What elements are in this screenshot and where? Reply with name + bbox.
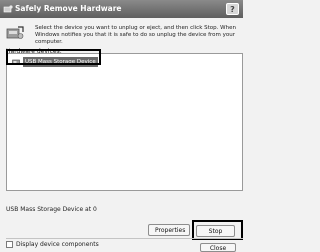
hardware-eject-icon bbox=[6, 26, 24, 39]
highlight-box bbox=[6, 49, 101, 65]
highlight-box bbox=[192, 220, 243, 240]
hardware-devices-list[interactable]: USB Mass Storage Device bbox=[6, 53, 243, 191]
instruction-line: Select the device you want to unplug or … bbox=[35, 25, 236, 31]
instruction-text: Select the device you want to unplug or … bbox=[35, 25, 243, 46]
instruction-line: Windows notifies you that it is safe to … bbox=[35, 32, 236, 38]
instruction-line: computer. bbox=[35, 39, 63, 45]
close-button[interactable]: Close bbox=[200, 243, 236, 252]
help-button[interactable]: ? bbox=[226, 3, 239, 15]
safely-remove-hardware-icon bbox=[3, 5, 13, 13]
divider bbox=[6, 238, 243, 239]
title-bar: Safely Remove Hardware ? bbox=[0, 0, 243, 18]
display-components-checkbox[interactable] bbox=[6, 241, 13, 248]
window-title: Safely Remove Hardware bbox=[15, 4, 122, 13]
device-location-text: USB Mass Storage Device at 0 bbox=[6, 206, 97, 213]
display-components-label: Display device components bbox=[16, 241, 99, 248]
properties-button[interactable]: Properties bbox=[148, 224, 190, 236]
